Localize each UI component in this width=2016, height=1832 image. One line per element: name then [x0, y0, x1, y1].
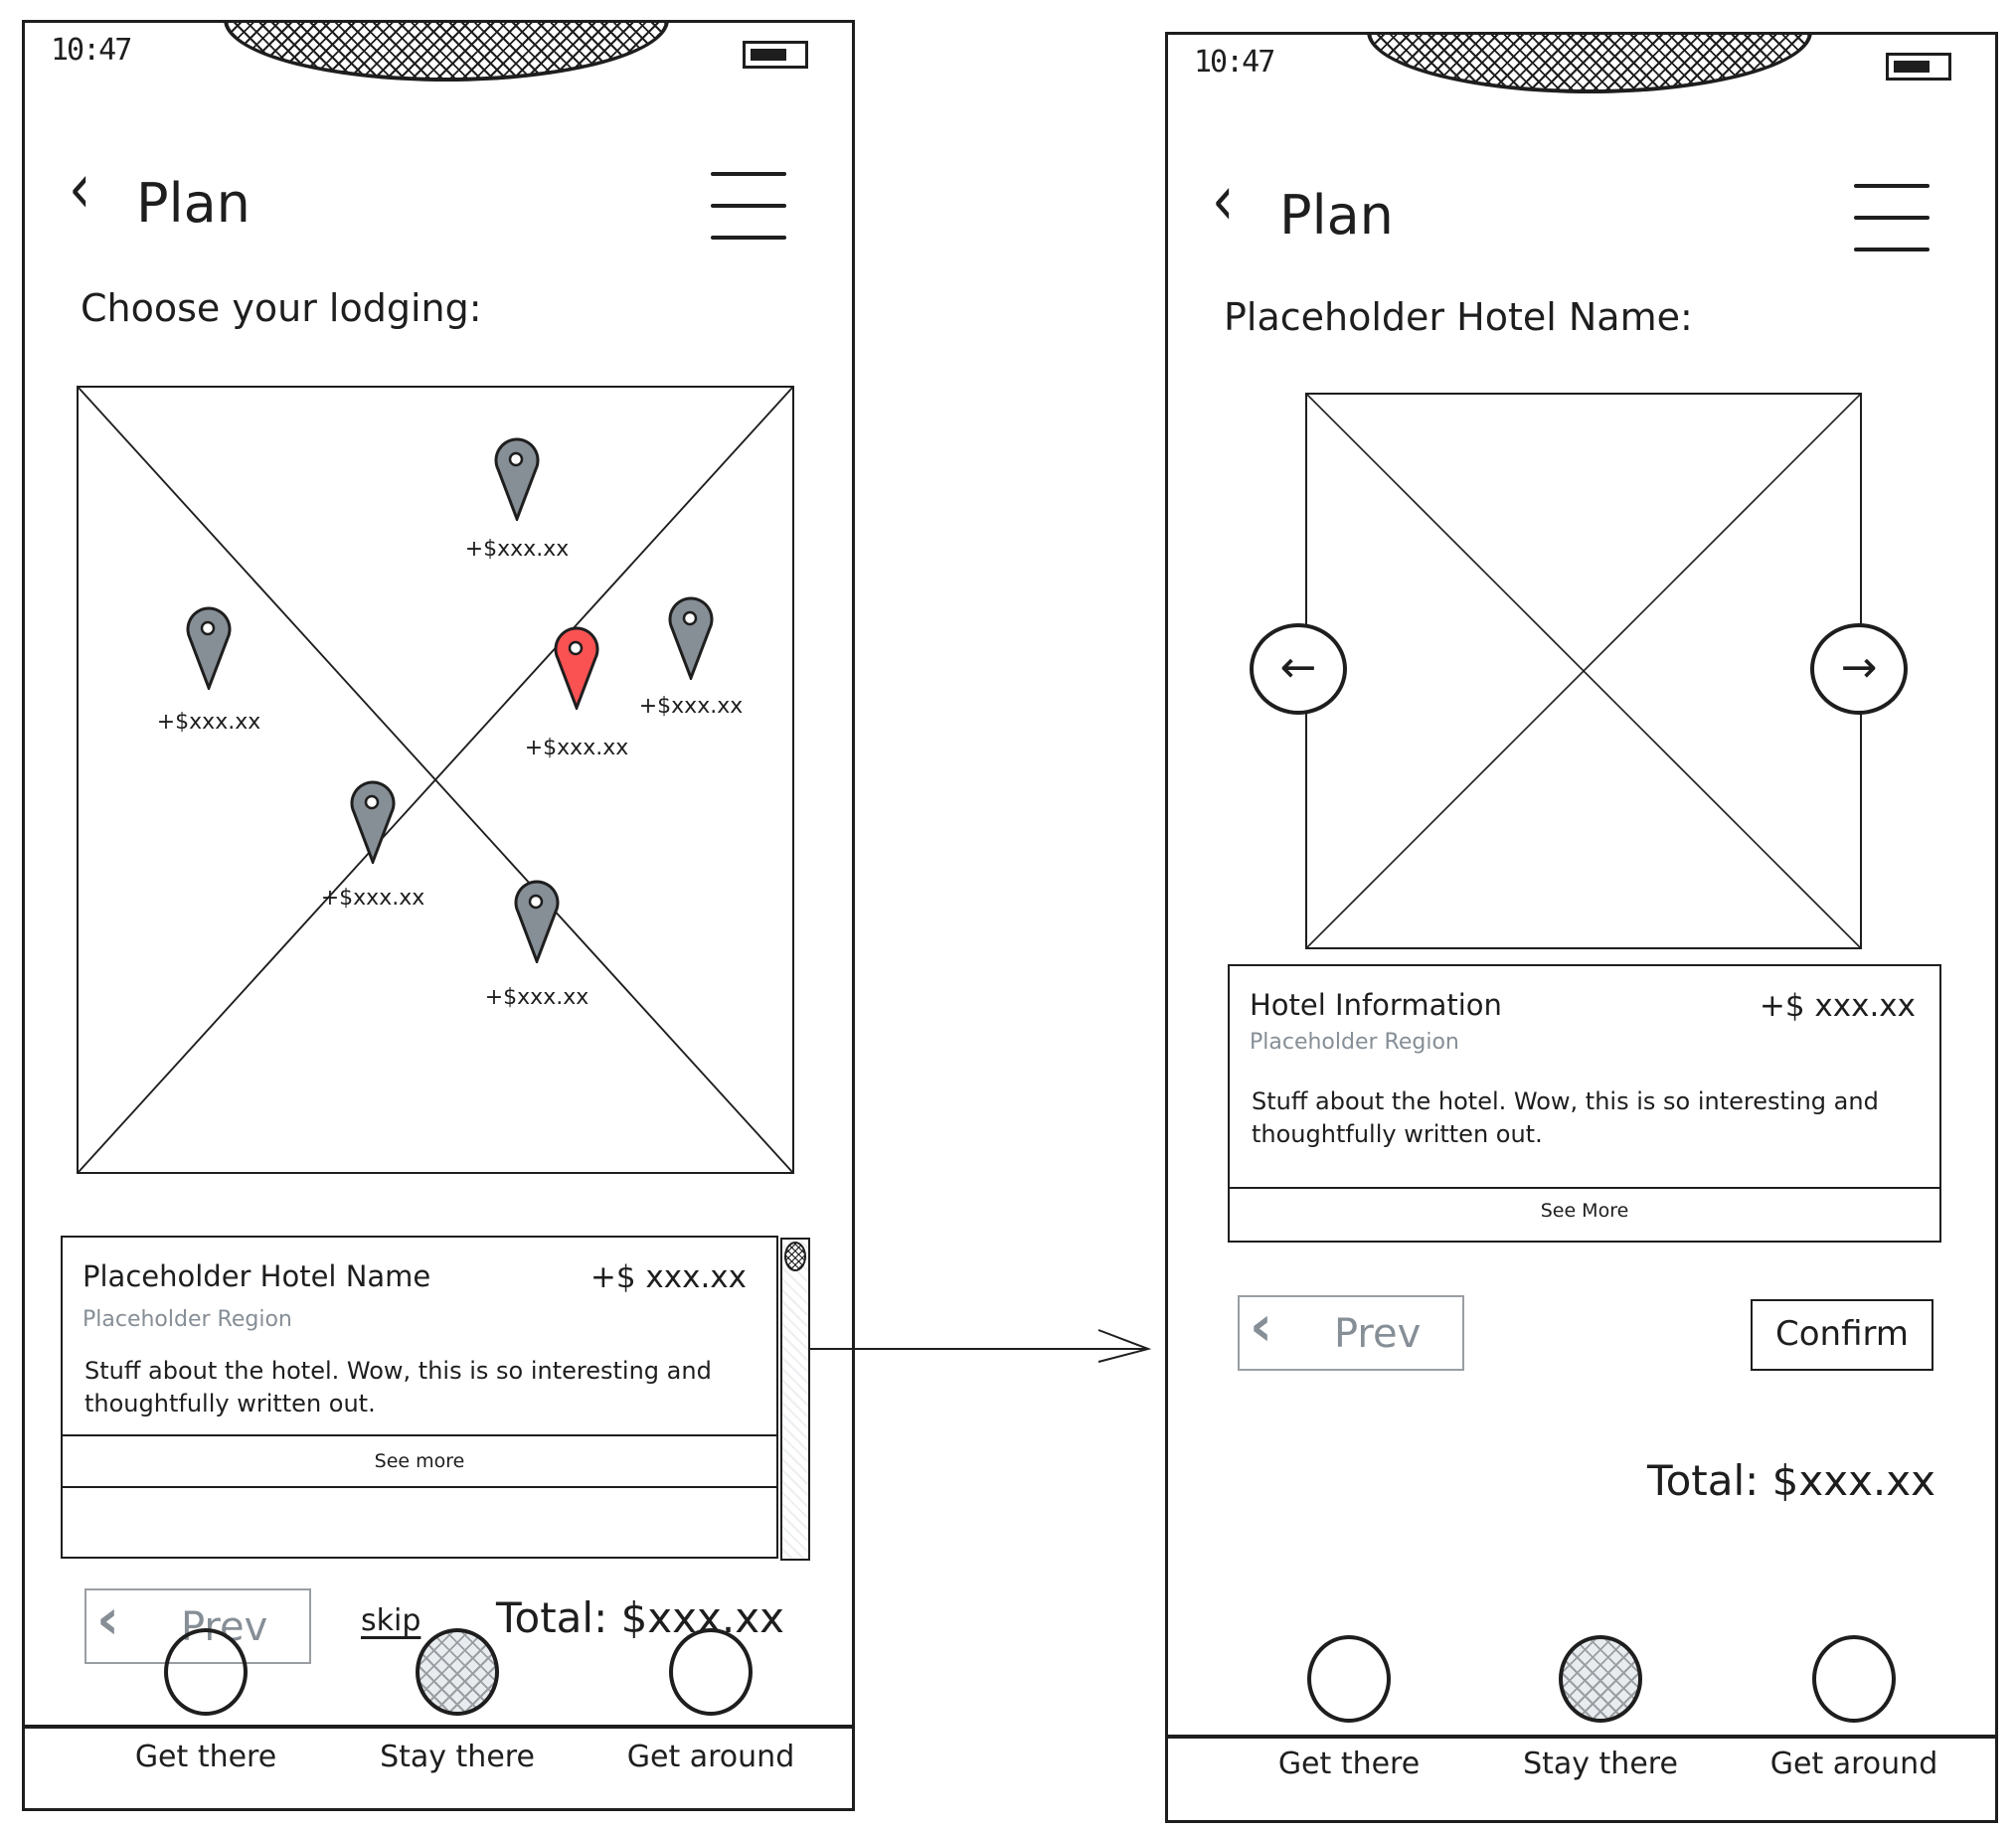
map-pin-price: +$xxx.xx	[320, 886, 425, 911]
tab-label: Get around	[1769, 1747, 1938, 1781]
tab-icon	[1307, 1635, 1391, 1723]
tab-label: Stay there	[1523, 1747, 1678, 1781]
page-title: Plan	[136, 172, 251, 235]
hotel-region: Placeholder Region	[83, 1307, 292, 1332]
see-more-link[interactable]: See more	[63, 1450, 776, 1472]
gallery-image-placeholder	[1305, 393, 1862, 949]
tab-label: Get there	[1277, 1747, 1421, 1781]
divider	[63, 1434, 776, 1436]
placeholder-cross-icon	[79, 388, 792, 1172]
battery-icon	[1886, 53, 1951, 81]
hotel-price: +$ xxx.xx	[1759, 988, 1916, 1024]
status-time: 10:47	[51, 33, 132, 68]
map-pin-price: +$xxx.xx	[638, 694, 744, 719]
chevron-left-icon: ‹	[1250, 1294, 1273, 1359]
tab-icon	[164, 1628, 248, 1716]
tab-get-there[interactable]: Get there	[1250, 1635, 1448, 1781]
hotel-price: +$ xxx.xx	[589, 1259, 747, 1295]
tab-label: Get there	[134, 1740, 277, 1774]
total-amount: Total: $xxx.xx	[1647, 1456, 1935, 1505]
hotel-region: Placeholder Region	[1250, 1030, 1459, 1055]
phone-screen-hotel-detail: 10:47 ‹ Plan Placeholder Hotel Name: ← →…	[1165, 32, 1998, 1823]
divider	[63, 1486, 776, 1488]
divider	[1230, 1187, 1939, 1189]
arrow-left-icon[interactable]: ←	[1250, 623, 1347, 715]
tab-get-around[interactable]: Get around	[611, 1628, 810, 1774]
notch	[1367, 32, 1812, 93]
map-pin-price: +$xxx.xx	[156, 710, 261, 735]
hotel-description: Stuff about the hotel. Wow, this is so i…	[84, 1357, 712, 1417]
map-pin-icon[interactable]	[492, 435, 542, 524]
map-pin-icon[interactable]	[348, 778, 398, 867]
hotel-description: Stuff about the hotel. Wow, this is so i…	[1252, 1087, 1879, 1148]
battery-icon	[743, 41, 808, 69]
hamburger-menu-icon[interactable]	[1854, 184, 1930, 253]
tab-icon	[669, 1628, 753, 1716]
hamburger-menu-icon[interactable]	[711, 172, 786, 242]
hotel-info-title: Hotel Information	[1250, 988, 1502, 1022]
hotel-info-card: Hotel Information +$ xxx.xx Placeholder …	[1228, 964, 1941, 1243]
map-image-placeholder[interactable]	[77, 386, 794, 1174]
tab-icon	[1559, 1635, 1642, 1723]
confirm-button[interactable]: Confirm	[1751, 1299, 1933, 1371]
card-scrollbar[interactable]	[780, 1238, 810, 1561]
map-pin-icon[interactable]	[512, 878, 562, 966]
map-pin-icon[interactable]	[666, 594, 716, 683]
map-pin-price: +$xxx.xx	[524, 736, 629, 760]
notch	[224, 20, 669, 82]
tab-stay-there[interactable]: Stay there	[358, 1628, 557, 1774]
page-title: Plan	[1279, 184, 1394, 247]
tab-get-around[interactable]: Get around	[1755, 1635, 1953, 1781]
hotel-name-heading: Placeholder Hotel Name:	[1224, 295, 1693, 339]
chevron-left-icon[interactable]: ‹	[1212, 166, 1234, 237]
tab-label: Stay there	[380, 1740, 535, 1774]
tab-icon	[1812, 1635, 1896, 1723]
see-more-link[interactable]: See More	[1230, 1200, 1939, 1222]
tab-stay-there[interactable]: Stay there	[1501, 1635, 1700, 1781]
phone-screen-choose-lodging: 10:47 ‹ Plan Choose your lodging: Placeh…	[22, 20, 855, 1811]
tab-label: Get around	[626, 1740, 795, 1774]
map-pin-price: +$xxx.xx	[484, 985, 589, 1010]
tab-icon	[416, 1628, 499, 1716]
map-pin-icon[interactable]	[184, 604, 234, 693]
map-pin-price: +$xxx.xx	[464, 537, 570, 562]
section-subtitle: Choose your lodging:	[81, 286, 482, 330]
map-pin-selected-icon[interactable]	[552, 624, 601, 713]
placeholder-cross-icon	[1307, 395, 1860, 947]
chevron-left-icon[interactable]: ‹	[69, 154, 90, 225]
prev-button[interactable]: ‹ Prev	[1238, 1295, 1464, 1371]
arrow-right-icon[interactable]: →	[1810, 623, 1908, 715]
scrollbar-thumb[interactable]	[784, 1242, 806, 1271]
hotel-name: Placeholder Hotel Name	[83, 1259, 431, 1293]
hotel-card[interactable]: Placeholder Hotel Name +$ xxx.xx Placeho…	[61, 1236, 778, 1559]
status-time: 10:47	[1194, 45, 1275, 80]
tab-get-there[interactable]: Get there	[106, 1628, 305, 1774]
